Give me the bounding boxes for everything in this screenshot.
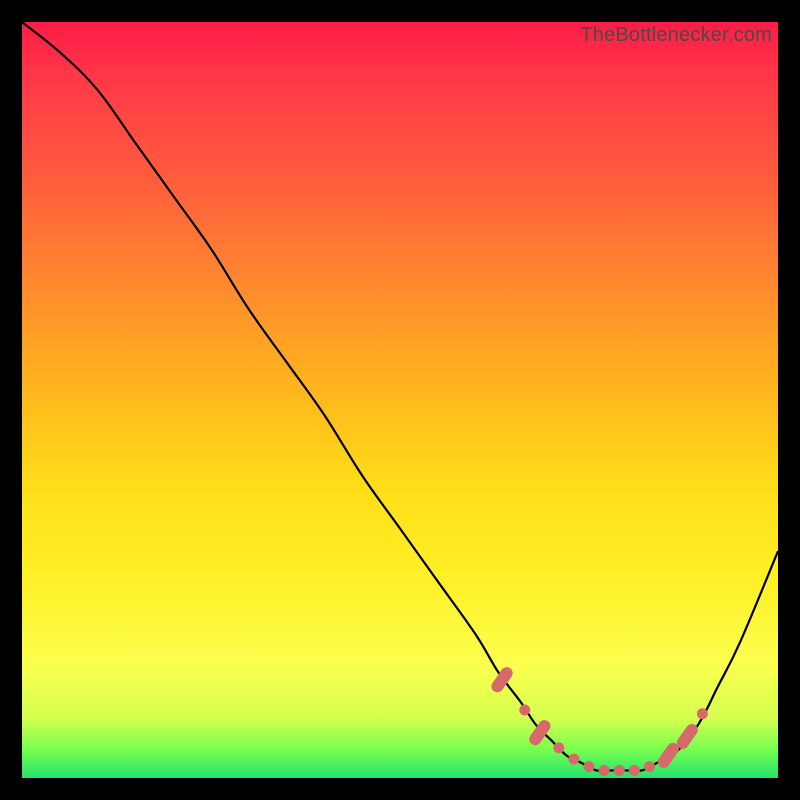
marker-dot: [599, 765, 610, 776]
marker-dot: [519, 704, 530, 715]
marker-dot: [568, 754, 579, 765]
plot-area: TheBottlenecker.com: [22, 22, 778, 778]
chart-frame: TheBottlenecker.com: [0, 0, 800, 800]
marker-dot: [553, 742, 564, 753]
marker-pill: [674, 722, 700, 752]
optimal-range-markers: [489, 665, 708, 776]
marker-pill: [527, 718, 553, 748]
marker-dot: [644, 761, 655, 772]
bottleneck-curve: [22, 22, 778, 771]
marker-dot: [584, 761, 595, 772]
marker-dot: [614, 765, 625, 776]
marker-dot: [697, 708, 708, 719]
marker-dot: [629, 765, 640, 776]
curve-layer: [22, 22, 778, 778]
